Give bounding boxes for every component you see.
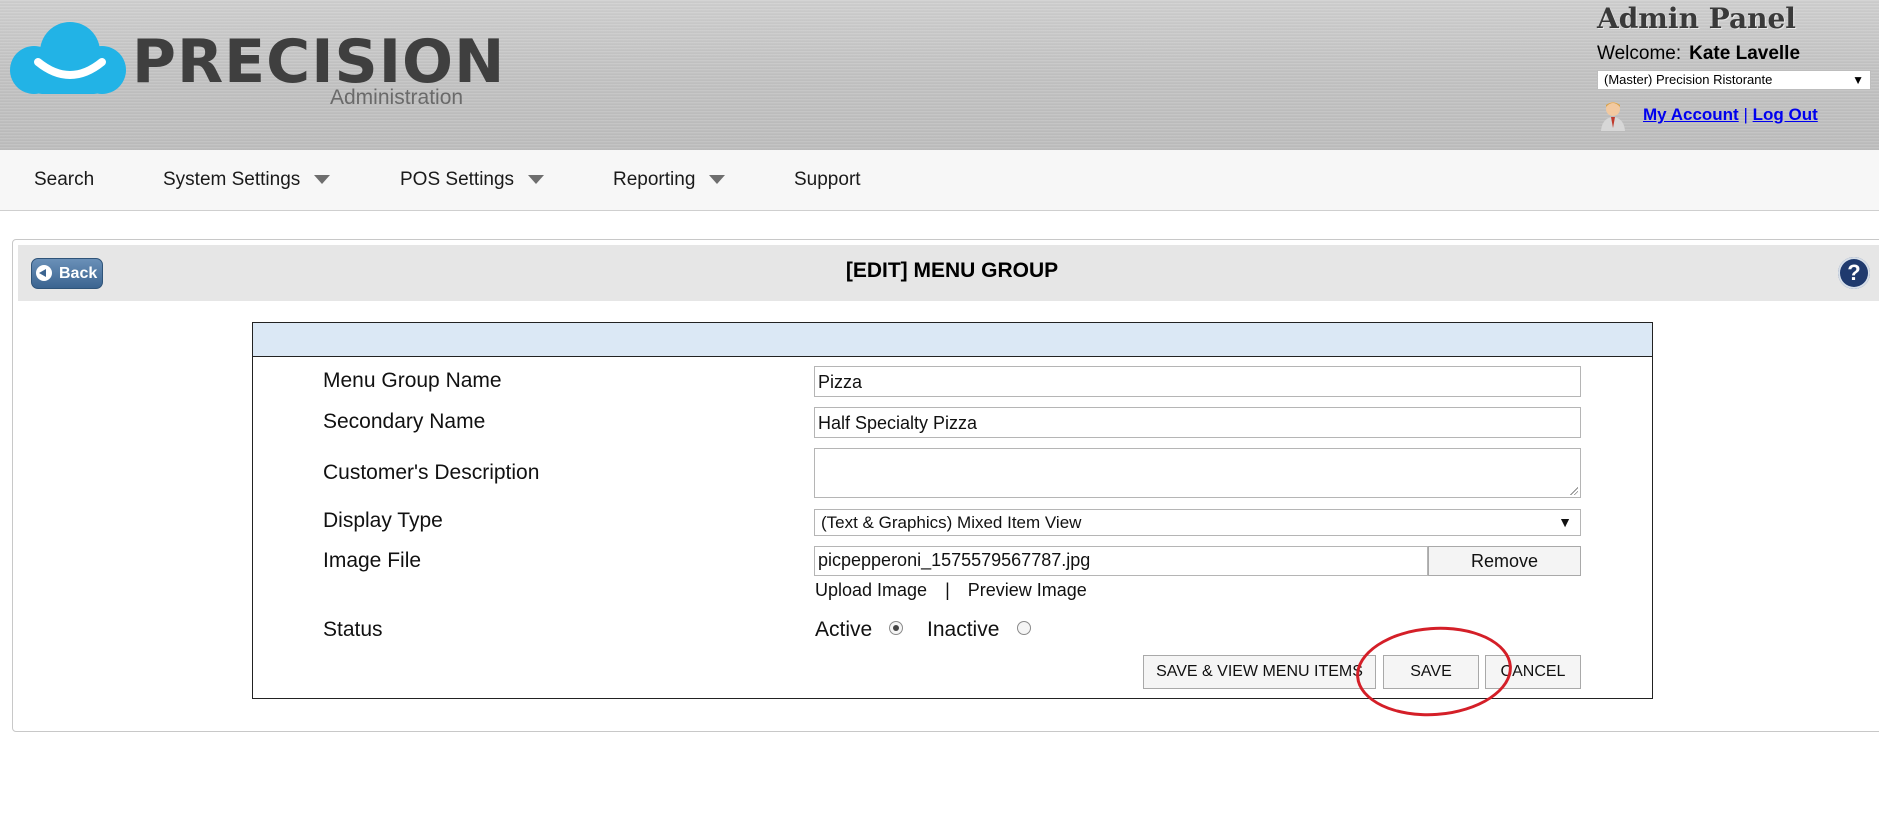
upload-image-link[interactable]: Upload Image [815,580,927,600]
preview-image-link[interactable]: Preview Image [968,580,1087,600]
display-type-label: Display Type [323,509,443,532]
logout-link[interactable]: Log Out [1753,105,1818,124]
nav-item-system-settings[interactable]: System Settings [163,169,331,191]
save-button[interactable]: SAVE [1383,655,1479,689]
image-actions: Upload Image | Preview Image [815,580,1087,601]
chevron-down-icon: ▼ [1852,73,1864,87]
back-button[interactable]: Back [31,258,103,289]
caret-down-icon [528,175,545,185]
my-account-link[interactable]: My Account [1643,105,1739,124]
caret-down-icon [314,175,331,185]
customer-description-label: Customer's Description [323,461,540,484]
nav-item-label: Reporting [613,169,696,190]
status-active-label: Active [815,618,873,641]
status-active-radio[interactable] [889,621,903,635]
location-select-value: (Master) Precision Ristorante [1604,72,1773,87]
image-file-label: Image File [323,549,422,572]
user-avatar-icon [1597,100,1629,137]
display-type-value: (Text & Graphics) Mixed Item View [821,513,1082,532]
account-links: My Account | Log Out [1643,105,1818,125]
page-title: [EDIT] MENU GROUP [845,259,1059,282]
status-label: Status [323,618,383,641]
admin-panel-title: Admin Panel [1597,2,1796,35]
cancel-button[interactable]: CANCEL [1485,655,1581,689]
status-inactive-radio[interactable] [1017,621,1031,635]
back-button-label: Back [59,265,98,282]
nav-item-pos-settings[interactable]: POS Settings [400,169,545,191]
menu-group-name-input[interactable]: Pizza [814,366,1581,397]
display-type-select[interactable]: (Text & Graphics) Mixed Item View ▼ [814,509,1581,536]
arrow-left-icon [36,265,52,281]
menu-group-name-label: Menu Group Name [323,369,502,392]
nav-item-support[interactable]: Support [794,169,861,191]
nav-item-label: System Settings [163,169,301,190]
location-select[interactable]: (Master) Precision Ristorante ▼ [1597,70,1871,90]
secondary-name-input[interactable]: Half Specialty Pizza [814,407,1581,438]
welcome-message: Welcome: Kate Lavelle [1597,43,1800,65]
remove-image-button[interactable]: Remove [1428,546,1581,576]
app-header: PRECISION Administration Admin Panel Wel… [0,0,1879,151]
secondary-name-label: Secondary Name [323,410,486,433]
chevron-down-icon: ▼ [1558,514,1572,530]
nav-item-search[interactable]: Search [34,169,94,191]
logo-wordmark: PRECISION [132,27,506,97]
nav-item-label: POS Settings [400,169,515,190]
nav-item-reporting[interactable]: Reporting [613,169,726,191]
customer-description-textarea[interactable] [814,448,1581,498]
image-links-separator: | [945,580,950,600]
nav-item-label: Search [34,169,95,190]
status-inactive-label: Inactive [927,618,1000,641]
user-name: Kate Lavelle [1689,43,1801,64]
save-and-view-menu-items-button[interactable]: SAVE & VIEW MENU ITEMS [1143,655,1376,689]
precision-cloud-logo-icon [4,22,129,102]
logo-subtitle: Administration [330,86,464,109]
welcome-label: Welcome: [1597,43,1682,64]
main-nav: Search System Settings POS Settings Repo… [0,150,1879,211]
form-header-bar [253,323,1652,357]
help-icon[interactable]: ? [1838,257,1870,289]
nav-item-label: Support [794,169,861,190]
resize-grip-icon[interactable] [1569,486,1578,495]
image-file-input[interactable]: picpepperoni_1575579567787.jpg [814,546,1428,576]
caret-down-icon [709,175,726,185]
link-separator: | [1743,105,1748,124]
